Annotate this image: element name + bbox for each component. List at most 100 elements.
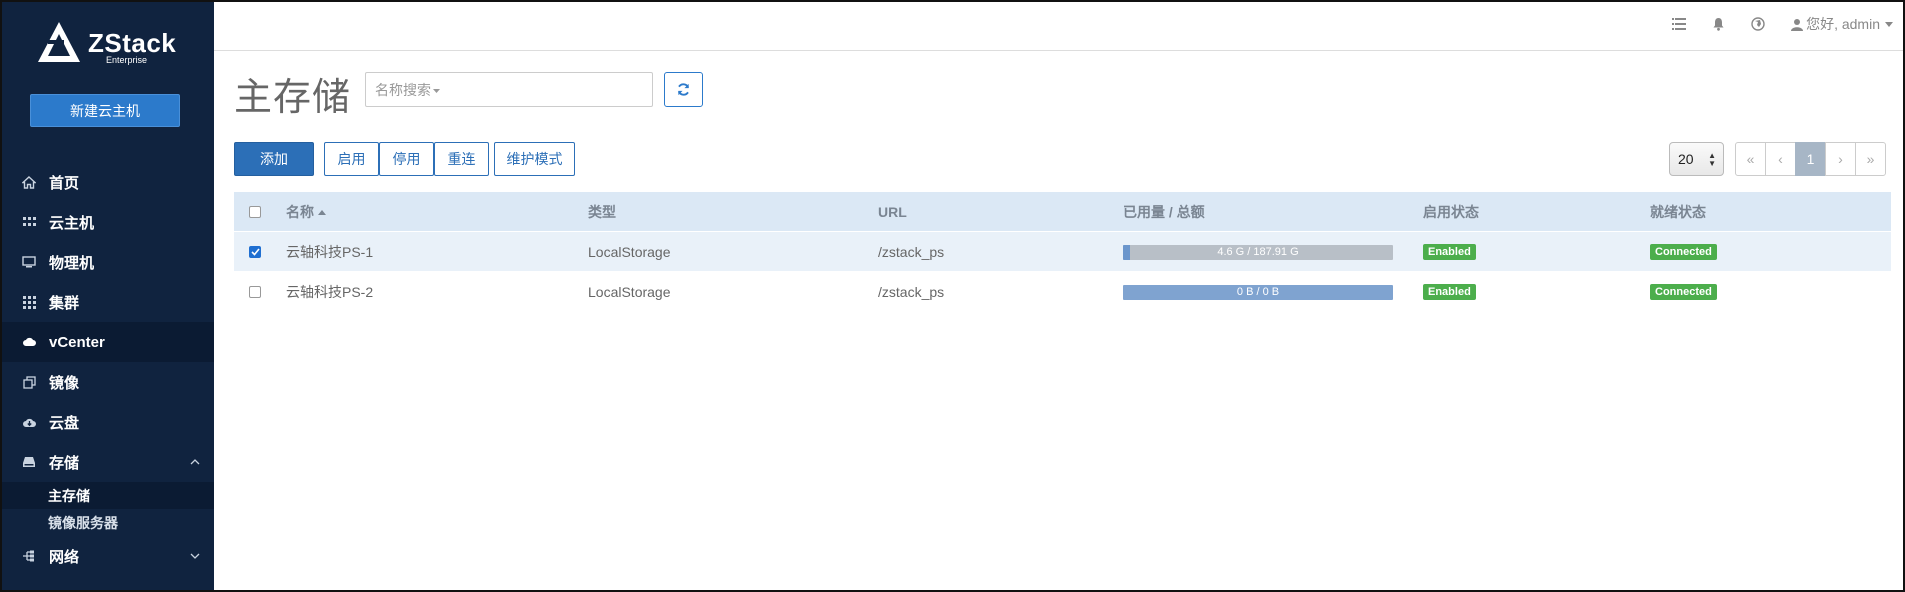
usage-bar: 0 B / 0 B — [1123, 284, 1393, 300]
sidebar: ZStack Enterprise 新建云主机 首页 云主机 物理机 集群 vC… — [2, 2, 214, 590]
page-size-select[interactable]: 20 ▲ ▼ — [1669, 142, 1724, 176]
caret-down-icon — [1885, 21, 1893, 27]
page-1-button[interactable]: 1 — [1795, 142, 1826, 176]
status-cell: Connected — [1650, 232, 1717, 272]
sort-asc-icon — [318, 209, 326, 215]
sidebar-item-label: 首页 — [49, 174, 80, 192]
sidebar-item-vcenter[interactable]: vCenter — [2, 322, 214, 362]
chevron-up-icon[interactable] — [190, 456, 200, 468]
search-placeholder: 名称搜索 — [375, 81, 431, 98]
sidebar-item-storage[interactable]: 存储 — [2, 442, 214, 482]
state-cell: Enabled — [1423, 232, 1476, 272]
copy-icon — [20, 375, 38, 389]
last-page-button[interactable]: » — [1855, 142, 1886, 176]
top-header: 您好, admin — [214, 2, 1903, 51]
column-header-usage[interactable]: 已用量 / 总额 — [1123, 192, 1205, 232]
state-badge: Enabled — [1423, 244, 1476, 260]
usage-cell: 0 B / 0 B — [1123, 272, 1393, 312]
column-header-name[interactable]: 名称 — [286, 192, 326, 232]
add-button[interactable]: 添加 — [234, 142, 314, 176]
storage-url: /zstack_ps — [878, 284, 945, 300]
search-input[interactable]: 名称搜索 — [365, 72, 653, 107]
row-checkbox[interactable] — [249, 246, 261, 258]
list-icon[interactable] — [1672, 18, 1687, 30]
bell-icon[interactable] — [1712, 17, 1725, 31]
refresh-button[interactable] — [664, 72, 703, 107]
next-page-button[interactable]: › — [1825, 142, 1856, 176]
row-select-cell — [249, 272, 261, 312]
pagination: « ‹ 1 › » — [1735, 142, 1886, 176]
disable-button[interactable]: 停用 — [379, 142, 434, 176]
sidebar-item-image[interactable]: 镜像 — [2, 362, 214, 402]
sidebar-subitem-primary-storage[interactable]: 主存储 — [2, 482, 214, 509]
table-header-row: 名称 类型 URL 已用量 / 总额 启用状态 就绪状态 — [234, 192, 1891, 232]
cloud-icon — [20, 335, 38, 349]
storage-url: /zstack_ps — [878, 244, 945, 260]
column-header-type[interactable]: 类型 — [588, 192, 616, 232]
prev-page-button[interactable]: ‹ — [1765, 142, 1796, 176]
user-greeting: 您好, admin — [1806, 16, 1880, 32]
column-header-state[interactable]: 启用状态 — [1423, 192, 1479, 232]
maintenance-mode-button[interactable]: 维护模式 — [494, 142, 575, 176]
row-checkbox[interactable] — [249, 286, 261, 298]
state-cell: Enabled — [1423, 272, 1476, 312]
checkmark-icon — [250, 248, 260, 256]
sidebar-item-label: 网络 — [49, 548, 80, 566]
monitor-icon — [20, 255, 38, 269]
select-all-checkbox[interactable] — [249, 206, 261, 218]
cloud-download-icon — [20, 415, 38, 429]
grid-small-icon — [20, 215, 38, 229]
usage-text: 0 B / 0 B — [1236, 286, 1280, 298]
status-badge: Connected — [1650, 284, 1717, 300]
reconnect-button[interactable]: 重连 — [434, 142, 489, 176]
sidebar-item-volume[interactable]: 云盘 — [2, 402, 214, 442]
column-header-url[interactable]: URL — [878, 192, 907, 232]
usage-text: 4.6 G / 187.91 G — [1217, 246, 1299, 258]
storage-name-link[interactable]: 云轴科技PS-2 — [286, 272, 373, 312]
sidebar-item-cluster[interactable]: 集群 — [2, 282, 214, 322]
storage-type: LocalStorage — [588, 284, 671, 300]
sidebar-item-host[interactable]: 物理机 — [2, 242, 214, 282]
table-row[interactable]: 云轴科技PS-2 LocalStorage /zstack_ps 0 B / 0… — [234, 272, 1891, 312]
sidebar-subitem-backup-storage[interactable]: 镜像服务器 — [2, 509, 214, 536]
network-icon — [20, 549, 38, 563]
app-window: ZStack Enterprise 新建云主机 首页 云主机 物理机 集群 vC… — [0, 0, 1905, 592]
primary-storage-table: 名称 类型 URL 已用量 / 总额 启用状态 就绪状态 云轴科技PS-1 Lo… — [234, 192, 1891, 312]
globe-icon[interactable] — [1751, 17, 1765, 31]
sidebar-item-vm[interactable]: 云主机 — [2, 202, 214, 242]
sidebar-item-label: 存储 — [49, 454, 80, 472]
header-actions: 您好, admin — [1646, 14, 1893, 34]
user-icon — [1791, 18, 1804, 31]
column-header-label: 名称 — [286, 204, 314, 220]
sidebar-item-home[interactable]: 首页 — [2, 162, 214, 202]
page-size-value: 20 — [1678, 151, 1694, 167]
first-page-button[interactable]: « — [1735, 142, 1766, 176]
user-menu[interactable]: 您好, admin — [1791, 14, 1893, 34]
select-all-cell — [249, 192, 261, 232]
row-select-cell — [249, 232, 261, 272]
sidebar-item-label: 物理机 — [49, 254, 95, 272]
chevron-down-icon[interactable] — [190, 550, 200, 562]
sidebar-nav: 首页 云主机 物理机 集群 vCenter 镜像 云盘 存储 主存储 镜像服务器… — [2, 162, 214, 576]
select-arrows-icon: ▲ ▼ — [1708, 151, 1716, 168]
column-header-status[interactable]: 就绪状态 — [1650, 192, 1706, 232]
enable-button[interactable]: 启用 — [324, 142, 379, 176]
table-row[interactable]: 云轴科技PS-1 LocalStorage /zstack_ps 4.6 G /… — [234, 232, 1891, 272]
new-vm-button[interactable]: 新建云主机 — [30, 94, 180, 127]
grid-icon — [20, 295, 38, 309]
brand-edition: Enterprise — [106, 55, 148, 65]
caret-down-icon — [433, 88, 440, 93]
usage-cell: 4.6 G / 187.91 G — [1123, 232, 1393, 272]
status-cell: Connected — [1650, 272, 1717, 312]
page-title: 主存储 — [234, 77, 352, 119]
sidebar-item-network[interactable]: 网络 — [2, 536, 214, 576]
sidebar-item-label: 集群 — [49, 294, 80, 312]
state-badge: Enabled — [1423, 284, 1476, 300]
sidebar-item-label: 云主机 — [49, 214, 95, 232]
usage-bar: 4.6 G / 187.91 G — [1123, 244, 1393, 260]
refresh-icon — [677, 83, 690, 96]
home-icon — [20, 175, 38, 189]
sidebar-item-label: 云盘 — [49, 414, 80, 432]
zstack-logo-icon — [38, 22, 80, 62]
storage-name-link[interactable]: 云轴科技PS-1 — [286, 232, 373, 272]
